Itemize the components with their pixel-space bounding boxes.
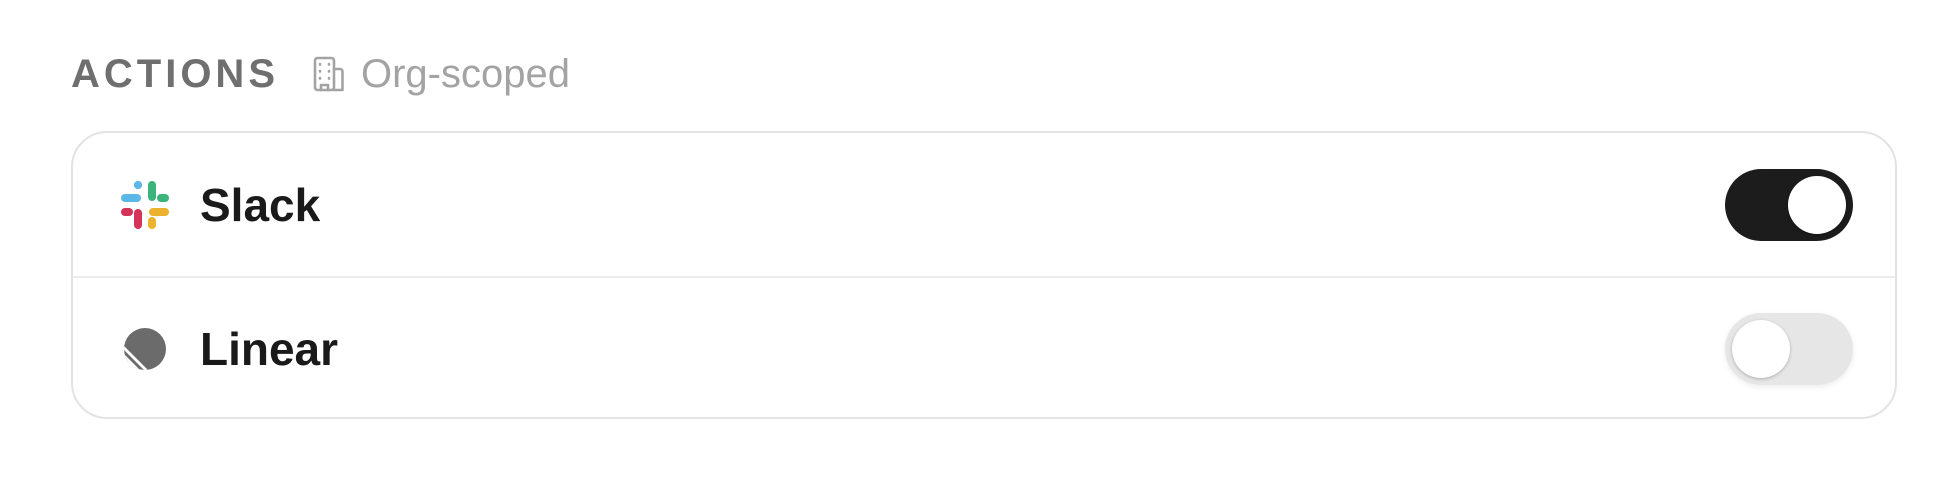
slack-icon — [117, 177, 173, 233]
toggle-knob — [1732, 319, 1790, 378]
slack-toggle[interactable] — [1725, 168, 1853, 241]
toggle-knob — [1788, 175, 1846, 234]
scope-label: Org-scoped — [361, 51, 570, 96]
linear-toggle[interactable] — [1725, 312, 1853, 385]
app-name-slack: Slack — [200, 178, 321, 231]
app-name-linear: Linear — [200, 322, 339, 375]
section-header: ACTIONS Org-scoped — [71, 48, 570, 100]
building-icon — [309, 54, 349, 94]
section-title: ACTIONS — [71, 51, 279, 96]
scope-indicator: Org-scoped — [309, 52, 570, 97]
integration-row-linear: Linear — [73, 276, 1895, 417]
linear-icon — [117, 321, 173, 377]
integration-row-slack: Slack — [73, 133, 1895, 276]
integrations-card: Slack Linear — [71, 131, 1897, 419]
